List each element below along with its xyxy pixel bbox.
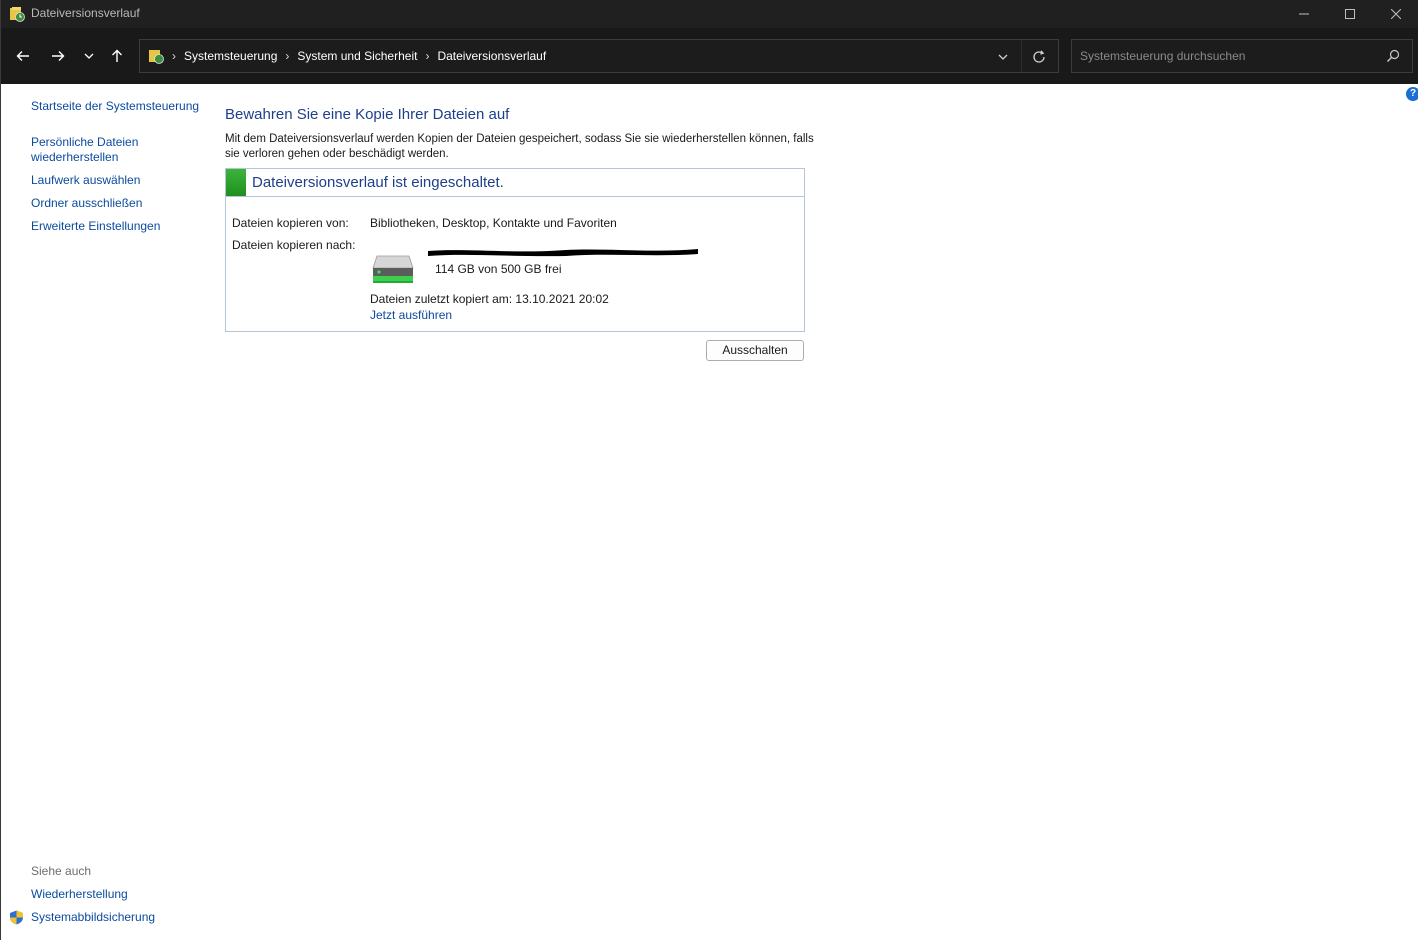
copy-from-value: Bibliotheken, Desktop, Kontakte und Favo… bbox=[370, 216, 617, 230]
navigation-bar: › Systemsteuerung › System und Sicherhei… bbox=[1, 28, 1418, 84]
window-title: Dateiversionsverlauf bbox=[31, 6, 140, 20]
arrow-left-icon bbox=[16, 51, 29, 61]
file-history-status-panel: Dateiversionsverlauf ist eingeschaltet. … bbox=[225, 168, 805, 332]
title-bar: Dateiversionsverlauf bbox=[1, 0, 1418, 28]
back-button[interactable] bbox=[11, 44, 35, 68]
sidebar-link-exclude-folders[interactable]: Ordner ausschließen bbox=[31, 196, 142, 211]
maximize-button[interactable] bbox=[1327, 0, 1373, 28]
breadcrumb-chevron-icon: › bbox=[172, 49, 176, 63]
copy-to-label: Dateien kopieren nach: bbox=[232, 238, 356, 252]
status-header: Dateiversionsverlauf ist eingeschaltet. bbox=[226, 169, 804, 197]
breadcrumb-item[interactable]: System und Sicherheit bbox=[297, 49, 417, 63]
maximize-icon bbox=[1345, 9, 1355, 19]
address-history-button[interactable] bbox=[994, 48, 1012, 66]
minimize-icon bbox=[1299, 13, 1309, 15]
search-box[interactable] bbox=[1071, 39, 1413, 73]
breadcrumb-item[interactable]: Systemsteuerung bbox=[184, 49, 277, 63]
arrow-up-icon bbox=[112, 49, 122, 62]
chevron-down-icon bbox=[84, 53, 94, 59]
hard-drive-icon bbox=[372, 255, 414, 283]
breadcrumb-chevron-icon: › bbox=[425, 49, 430, 63]
run-now-link[interactable]: Jetzt ausführen bbox=[370, 308, 452, 322]
refresh-icon bbox=[1033, 50, 1045, 63]
close-button[interactable] bbox=[1373, 0, 1418, 28]
sidebar-link-select-drive[interactable]: Laufwerk auswählen bbox=[31, 173, 140, 188]
window-controls bbox=[1281, 0, 1418, 28]
divider bbox=[1021, 40, 1022, 72]
breadcrumb: › Systemsteuerung › System und Sicherhei… bbox=[148, 40, 546, 72]
close-icon bbox=[1391, 9, 1401, 19]
help-icon[interactable]: ? bbox=[1406, 87, 1418, 101]
page-title: Bewahren Sie eine Kopie Ihrer Dateien au… bbox=[225, 106, 510, 123]
address-bar[interactable]: › Systemsteuerung › System und Sicherhei… bbox=[139, 39, 1059, 73]
control-panel-window: Dateiversionsverlauf › Systemsteuerung ›… bbox=[0, 0, 1418, 940]
search-icon[interactable] bbox=[1386, 49, 1400, 63]
last-copied-text: Dateien zuletzt kopiert am: 13.10.2021 2… bbox=[370, 292, 609, 306]
drive-free-space: 114 GB von 500 GB frei bbox=[435, 262, 562, 276]
copy-from-label: Dateien kopieren von: bbox=[232, 216, 349, 230]
breadcrumb-item[interactable]: Dateiversionsverlauf bbox=[437, 49, 546, 63]
control-panel-icon bbox=[149, 50, 164, 64]
arrow-right-icon bbox=[52, 51, 65, 61]
chevron-down-icon bbox=[998, 54, 1008, 60]
sidebar-link-restore-personal-files[interactable]: Persönliche Dateien wiederherstellen bbox=[31, 135, 161, 165]
sidebar-link-advanced-settings[interactable]: Erweiterte Einstellungen bbox=[31, 219, 160, 234]
see-also-link-system-image-backup[interactable]: Systemabbildsicherung bbox=[31, 910, 155, 925]
breadcrumb-chevron-icon: › bbox=[285, 49, 290, 63]
redacted-drive-name bbox=[428, 249, 698, 257]
forward-button[interactable] bbox=[46, 44, 70, 68]
search-input[interactable] bbox=[1072, 40, 1372, 72]
recent-locations-button[interactable] bbox=[77, 44, 101, 68]
sidebar-link-control-panel-home[interactable]: Startseite der Systemsteuerung bbox=[31, 99, 199, 114]
up-button[interactable] bbox=[105, 44, 129, 68]
status-indicator-green bbox=[226, 169, 246, 196]
refresh-button[interactable] bbox=[1030, 48, 1048, 66]
file-history-app-icon bbox=[10, 7, 25, 22]
minimize-button[interactable] bbox=[1281, 0, 1327, 28]
see-also-link-recovery[interactable]: Wiederherstellung bbox=[31, 887, 128, 902]
see-also-heading: Siehe auch bbox=[31, 864, 92, 878]
turn-off-button[interactable]: Ausschalten bbox=[706, 340, 804, 361]
intro-text: Mit dem Dateiversionsverlauf werden Kopi… bbox=[225, 133, 814, 160]
status-title: Dateiversionsverlauf ist eingeschaltet. bbox=[252, 174, 504, 191]
uac-shield-icon bbox=[10, 910, 23, 925]
left-task-pane: Startseite der Systemsteuerung Persönlic… bbox=[1, 84, 211, 940]
